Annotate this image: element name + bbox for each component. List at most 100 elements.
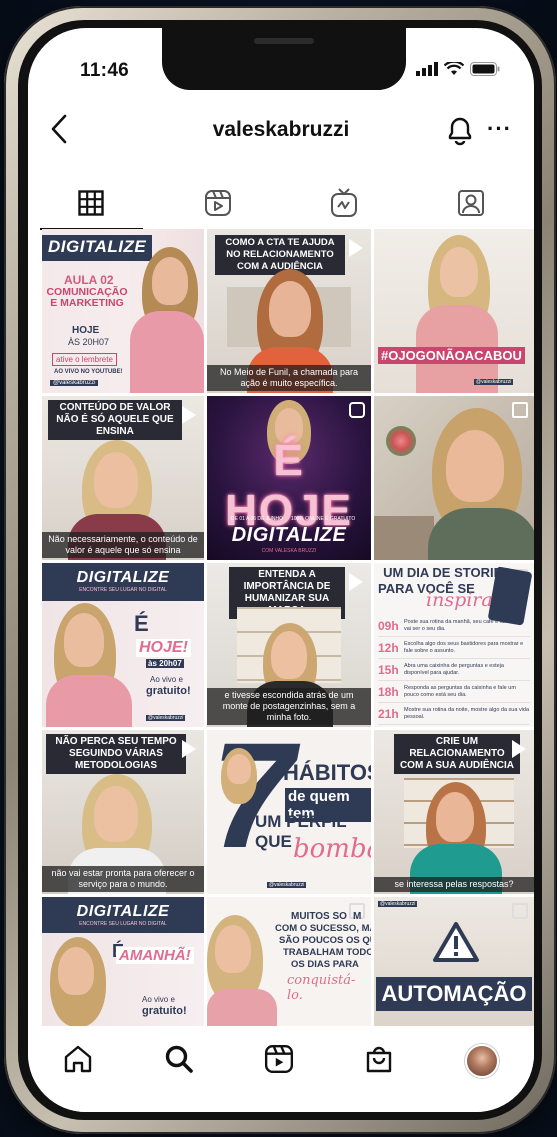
grid-icon — [78, 190, 104, 216]
line-1: MUITOS SO M — [291, 911, 361, 922]
tagged-icon — [457, 190, 484, 216]
handle-label: @valeskabruzzi — [50, 380, 99, 386]
amanha-label: AMANHÃ! — [116, 947, 194, 964]
post-crie-relacionamento[interactable]: CRIE UM RELACIONAMENTO COM A SUA AUDIÊNC… — [374, 730, 534, 894]
wifi-icon — [444, 62, 464, 75]
profile-header: valeskabruzzi ··· — [28, 108, 534, 158]
video-play-icon — [349, 239, 363, 257]
tab-igtv[interactable] — [281, 178, 408, 228]
post-7-habitos[interactable]: 7 HÁBITOS de quem tem UM PERFIL QUE bomb… — [207, 730, 371, 894]
online-label: 100% ONLINE E GRATUITO — [291, 516, 356, 522]
flowers — [386, 426, 416, 456]
video-subtitle: Não necessariamente, o conteúdo de valor… — [42, 532, 204, 558]
tab-tagged[interactable] — [408, 178, 535, 228]
person-body — [207, 989, 277, 1029]
profile-tabs — [28, 178, 535, 230]
hashtag-label: #OJOGONÃOACABOU — [378, 347, 525, 364]
schedule-list: 09h Poste sua rotina da manhã, seu café e… — [378, 615, 530, 725]
person-face — [440, 247, 478, 297]
schedule-row: 09h Poste sua rotina da manhã, seu café e… — [378, 615, 530, 637]
subject-label: COMUNICAÇÃO E MARKETING — [46, 286, 128, 309]
more-options-button[interactable]: ··· — [487, 116, 512, 142]
schedule-desc: Mostre sua rotina da noite, mostre algo … — [404, 707, 530, 720]
tab-grid[interactable] — [28, 178, 155, 230]
table — [374, 516, 434, 560]
home-icon[interactable] — [63, 1044, 93, 1074]
person-face — [58, 947, 94, 995]
post-digitalize-hoje[interactable]: DIGITALIZE ENCONTRE SEU LUGAR NO DIGITAL… — [42, 563, 204, 727]
post-digitalize-aula[interactable]: DIGITALIZE AULA 02 COMUNICAÇÃO E MARKETI… — [42, 229, 204, 393]
status-icons — [416, 62, 500, 76]
search-icon[interactable] — [164, 1044, 194, 1074]
word-label: AUTOMAÇÃO — [376, 977, 532, 1011]
battery-icon — [470, 62, 500, 76]
phone-frame: 11:46 valeskabruzzi ··· DIGITALIZE AULA … — [4, 6, 556, 1134]
schedule-row: 15h Abra uma caixinha de perguntas e este… — [378, 659, 530, 681]
class-label: AULA 02 — [64, 273, 114, 287]
post-metodologias[interactable]: NÃO PERCA SEU TEMPO SEGUINDO VÁRIAS METO… — [42, 730, 204, 894]
free-label: gratuito! — [146, 685, 191, 697]
shop-icon[interactable] — [364, 1044, 394, 1074]
profile-avatar[interactable] — [464, 1044, 499, 1078]
post-banner: CONTEÚDO DE VALOR NÃO É SÓ AQUELE QUE EN… — [48, 400, 182, 440]
post-photo-portrait[interactable] — [374, 396, 534, 560]
post-banner: CRIE UM RELACIONAMENTO COM A SUA AUDIÊNC… — [394, 734, 520, 774]
signal-icon — [416, 62, 438, 76]
line-5: OS DIAS PARA — [291, 959, 359, 970]
line-1: HÁBITOS — [283, 760, 371, 785]
schedule-row: 21h Mostre sua rotina da noite, mostre al… — [378, 703, 530, 725]
post-title: DIGITALIZE — [76, 569, 170, 586]
schedule-time: 09h — [378, 618, 399, 633]
time-label: às 20h07 — [146, 659, 184, 668]
post-cta-relacionamento[interactable]: COMO A CTA TE AJUDA NO RELACIONAMENTO CO… — [207, 229, 371, 393]
person-face — [94, 452, 138, 508]
post-subtitle: ENCONTRE SEU LUGAR NO DIGITAL — [79, 587, 167, 593]
line-2: COM O SUCESSO, MAS — [275, 923, 371, 934]
schedule-row: 12h Escolha algo dos seus bastidores para… — [378, 637, 530, 659]
line-6: conquistá-lo. — [287, 973, 356, 1003]
igtv-icon — [331, 188, 358, 217]
dates-label: DE 01 A 06 DE JUNHO — [231, 516, 283, 522]
video-subtitle: se interessa pelas respostas? — [374, 877, 534, 892]
video-play-icon — [182, 740, 196, 758]
person-face — [152, 257, 188, 305]
schedule-time: 12h — [378, 640, 399, 655]
handle-label: @valeskabruzzi — [267, 882, 307, 888]
person-face — [446, 430, 504, 502]
handle-label: @valeskabruzzi — [146, 715, 186, 721]
notch — [162, 28, 406, 90]
tab-reels[interactable] — [155, 178, 282, 228]
post-title: DIGITALIZE — [231, 524, 347, 546]
phone-screen: 11:46 valeskabruzzi ··· DIGITALIZE AULA … — [28, 28, 534, 1112]
bell-icon[interactable] — [446, 114, 474, 146]
multi-photo-icon — [512, 903, 528, 919]
time-label: ÀS 20H07 — [68, 337, 110, 347]
person-face — [64, 613, 104, 667]
date-label: HOJE — [72, 325, 100, 336]
post-humanizar-marca[interactable]: ENTENDA A IMPORTÂNCIA DE HUMANIZAR SUA M… — [207, 563, 371, 727]
post-title: DIGITALIZE — [48, 237, 147, 256]
schedule-desc: Responda as perguntas da caixinha e fale… — [404, 685, 516, 698]
person-body — [46, 675, 132, 727]
handle-label: @valeskabruzzi — [378, 901, 418, 907]
line-3: SÃO POUCOS OS QUE — [279, 935, 371, 946]
post-conteudo-valor[interactable]: CONTEÚDO DE VALOR NÃO É SÓ AQUELE QUE EN… — [42, 396, 204, 560]
line-1-text: MUITOS SO — [291, 911, 347, 922]
video-play-icon — [182, 406, 196, 424]
person-face — [436, 792, 474, 842]
free-label: gratuito! — [142, 1005, 187, 1017]
schedule-desc: Poste sua rotina da manhã, seu café e fa… — [404, 619, 524, 632]
live-label: Ao vivo e — [142, 995, 175, 1004]
schedule-time: 21h — [378, 706, 399, 721]
multi-photo-icon — [512, 402, 528, 418]
reels-nav-icon[interactable] — [264, 1044, 294, 1074]
schedule-row: 18h Responda as perguntas da caixinha e f… — [378, 681, 530, 703]
live-label: AO VIVO NO YOUTUBE! — [54, 369, 123, 375]
person-face — [271, 631, 307, 679]
person-body — [428, 508, 534, 560]
post-dia-de-stories[interactable]: UM DIA DE STORIES PARA VOCÊ SE inspirar … — [374, 563, 534, 727]
post-ojogonaoacabou[interactable]: #OJOGONÃOACABOU @valeskabruzzi — [374, 229, 534, 393]
handle-label: @valeskabruzzi — [474, 379, 514, 385]
post-e-hoje[interactable]: É HOJE DE 01 A 06 DE JUNHO 100% ONLINE E… — [207, 396, 371, 560]
by-label: COM VALESKA BRUZZI — [261, 548, 317, 554]
